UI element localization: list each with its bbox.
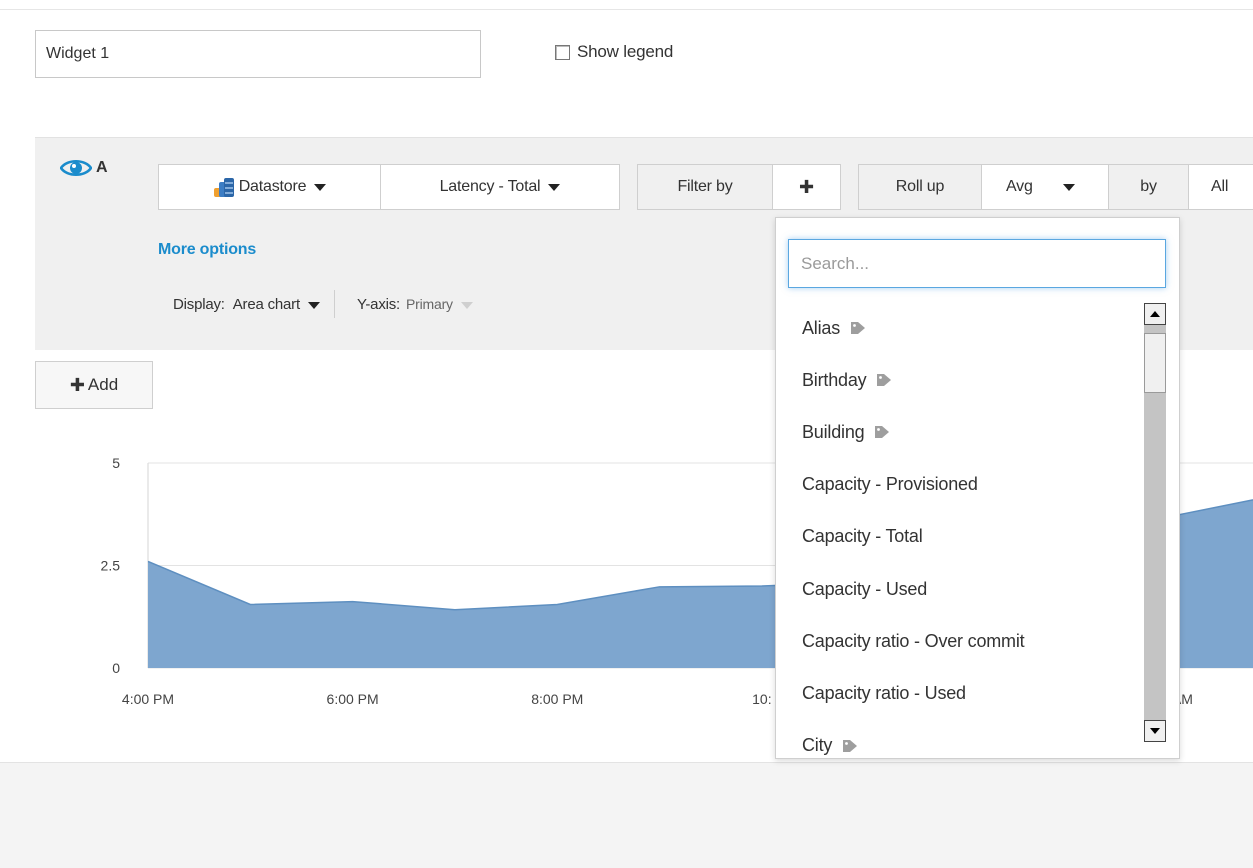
rollup-text: Roll up bbox=[895, 178, 945, 195]
attribute-option[interactable]: Capacity ratio - Over commit bbox=[776, 615, 1142, 667]
attribute-option-label: Capacity - Total bbox=[802, 526, 923, 547]
chevron-down-icon bbox=[460, 302, 473, 309]
rollup-dropdown[interactable]: Avg bbox=[981, 164, 1109, 210]
attribute-option-label: Capacity ratio - Used bbox=[802, 682, 966, 703]
scroll-up-button[interactable] bbox=[1144, 303, 1166, 325]
attribute-option[interactable]: Capacity - Total bbox=[776, 511, 1142, 563]
yaxis-value: Primary bbox=[406, 296, 453, 312]
attribute-option[interactable]: Building bbox=[776, 406, 1142, 458]
object-type-label: Datastore bbox=[238, 178, 307, 195]
more-options-link[interactable]: More options bbox=[158, 241, 256, 259]
eye-icon[interactable] bbox=[60, 158, 92, 178]
show-legend-checkbox[interactable] bbox=[555, 44, 570, 60]
display-type-dropdown[interactable]: Area chart bbox=[233, 296, 320, 313]
tag-icon bbox=[843, 739, 858, 752]
metric-dropdown[interactable]: Latency - Total bbox=[380, 164, 620, 210]
y-tick-label: 0 bbox=[112, 660, 120, 676]
by-text: by bbox=[1140, 178, 1157, 195]
display-label: Display: bbox=[173, 295, 225, 313]
rollup-label: Roll up bbox=[858, 164, 982, 210]
group-by-dropdown[interactable]: All bbox=[1188, 164, 1253, 210]
x-tick-label: 6:00 PM bbox=[327, 691, 379, 707]
widget-name-input[interactable] bbox=[35, 30, 481, 78]
filter-by-text: Filter by bbox=[677, 178, 733, 195]
series-letter: A bbox=[96, 159, 108, 176]
display-options-row: Display: Area chart Y-axis: Primary bbox=[173, 290, 473, 318]
chevron-down-icon bbox=[1062, 183, 1075, 191]
attribute-option[interactable]: Capacity - Used bbox=[776, 563, 1142, 615]
tag-icon bbox=[851, 322, 866, 335]
attribute-search-input[interactable] bbox=[788, 239, 1166, 288]
display-type-value: Area chart bbox=[232, 295, 300, 313]
scroll-thumb[interactable] bbox=[1144, 333, 1166, 393]
attribute-option[interactable]: Capacity - Provisioned bbox=[776, 459, 1142, 511]
filter-attribute-dropdown: Alias Birthday Building Capacity - Provisio… bbox=[775, 217, 1180, 759]
attribute-option-label: Building bbox=[802, 421, 865, 442]
rollup-value: Avg bbox=[1006, 178, 1033, 195]
show-legend-label: Show legend bbox=[577, 42, 674, 61]
attribute-options-list: Alias Birthday Building Capacity - Provisio… bbox=[776, 302, 1142, 759]
scroll-down-button[interactable] bbox=[1144, 720, 1166, 742]
plus-icon: ✚ bbox=[799, 176, 814, 197]
scrollbar[interactable] bbox=[1144, 303, 1166, 742]
add-filter-button[interactable]: ✚ bbox=[772, 164, 841, 210]
attribute-option[interactable]: Birthday bbox=[776, 354, 1142, 406]
chevron-down-icon bbox=[307, 301, 320, 309]
y-tick-label: 2.5 bbox=[101, 558, 121, 574]
tag-icon bbox=[877, 374, 892, 387]
show-legend-toggle[interactable]: Show legend bbox=[555, 42, 673, 62]
attribute-option-label: Capacity - Provisioned bbox=[802, 474, 978, 495]
y-tick-label: 5 bbox=[112, 455, 120, 471]
tag-icon bbox=[875, 426, 890, 439]
attribute-option[interactable]: City bbox=[776, 720, 1142, 759]
attribute-option-label: City bbox=[802, 735, 833, 756]
filter-by-label: Filter by bbox=[637, 164, 773, 210]
arrow-down-icon bbox=[1150, 728, 1160, 734]
arrow-up-icon bbox=[1150, 311, 1160, 317]
x-tick-label: 10: bbox=[752, 691, 771, 707]
attribute-option[interactable]: Capacity ratio - Used bbox=[776, 667, 1142, 719]
add-query-button[interactable]: ✚ Add bbox=[35, 361, 153, 409]
attribute-option-label: Alias bbox=[802, 317, 841, 338]
datastore-icon bbox=[213, 178, 234, 197]
metric-label: Latency - Total bbox=[439, 178, 541, 195]
chevron-down-icon bbox=[548, 183, 561, 191]
x-tick-label: 4:00 PM bbox=[122, 691, 174, 707]
yaxis-label: Y-axis: bbox=[356, 295, 401, 313]
yaxis-dropdown[interactable]: Primary bbox=[406, 296, 473, 312]
attribute-option[interactable]: Alias bbox=[776, 302, 1142, 354]
attribute-option-label: Capacity - Used bbox=[802, 578, 928, 599]
chevron-down-icon bbox=[314, 183, 327, 191]
object-type-dropdown[interactable]: Datastore bbox=[158, 164, 381, 210]
attribute-option-label: Birthday bbox=[802, 369, 867, 390]
footer-bar bbox=[0, 762, 1253, 868]
group-by-value: All bbox=[1211, 178, 1229, 195]
top-divider bbox=[0, 9, 1253, 10]
plus-icon: ✚ bbox=[69, 374, 85, 395]
by-label: by bbox=[1108, 164, 1189, 210]
x-tick-label: 8:00 PM bbox=[531, 691, 583, 707]
divider bbox=[333, 290, 335, 318]
add-label: Add bbox=[87, 375, 119, 394]
attribute-option-label: Capacity ratio - Over commit bbox=[802, 630, 1025, 651]
